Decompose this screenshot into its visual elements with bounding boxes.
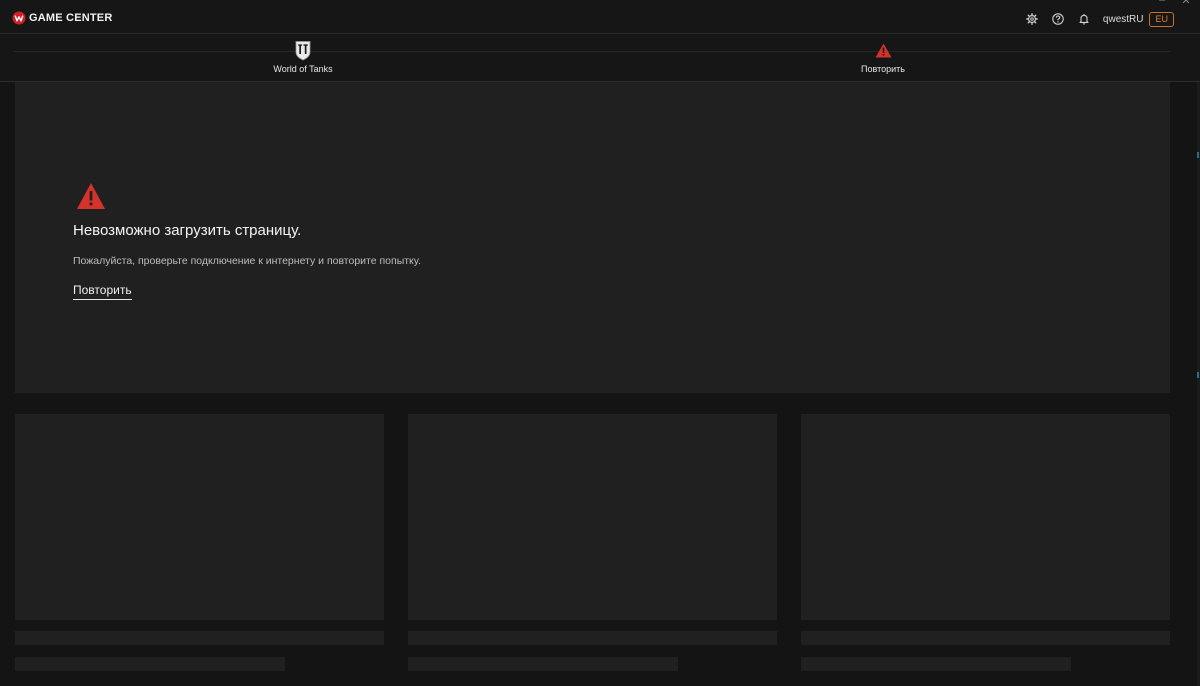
games-bar: World of Tanks Повторить: [0, 34, 1200, 82]
placeholder-card: [15, 414, 384, 620]
username[interactable]: qwestRU: [1103, 14, 1144, 25]
error-message: Пожалуйста, проверьте подключение к инте…: [73, 255, 421, 267]
world-of-tanks-icon: [292, 39, 314, 61]
minimize-button[interactable]: –: [1156, 0, 1168, 7]
bell-icon[interactable]: [1077, 12, 1091, 26]
brand: GAME CENTER: [12, 11, 112, 25]
title-bar: GAME CENTER – ✕ qwestRU EU: [0, 0, 1200, 34]
help-icon[interactable]: [1051, 12, 1065, 26]
games-bar-divider: [14, 51, 1170, 52]
close-button[interactable]: ✕: [1180, 0, 1192, 7]
placeholder-line: [801, 657, 1071, 671]
placeholder-card: [801, 414, 1170, 620]
game-center-logo-icon: [12, 11, 26, 25]
retry-button[interactable]: Повторить: [73, 283, 132, 300]
placeholder-line: [801, 631, 1170, 645]
game-tab-label: Повторить: [861, 64, 905, 74]
scrollbar-mark: [1197, 372, 1199, 378]
placeholder-line: [408, 657, 678, 671]
placeholder-line: [408, 631, 777, 645]
placeholder-card: [408, 414, 777, 620]
warning-icon: [77, 183, 105, 209]
game-tab-retry[interactable]: Повторить: [853, 39, 913, 74]
window-controls: – ✕: [1156, 0, 1192, 7]
region-badge[interactable]: EU: [1149, 11, 1174, 27]
warning-icon: [872, 39, 894, 61]
app-title: GAME CENTER: [29, 12, 113, 24]
placeholder-line: [15, 657, 285, 671]
game-tab-world-of-tanks[interactable]: World of Tanks: [270, 39, 336, 74]
header-actions: qwestRU EU: [1025, 11, 1174, 27]
error-panel: Невозможно загрузить страницу. Пожалуйст…: [15, 82, 1170, 393]
scrollbar-mark: [1197, 152, 1199, 158]
gear-icon[interactable]: [1025, 12, 1039, 26]
error-title: Невозможно загрузить страницу.: [73, 222, 302, 239]
placeholder-line: [15, 631, 384, 645]
game-tab-label: World of Tanks: [273, 64, 333, 74]
